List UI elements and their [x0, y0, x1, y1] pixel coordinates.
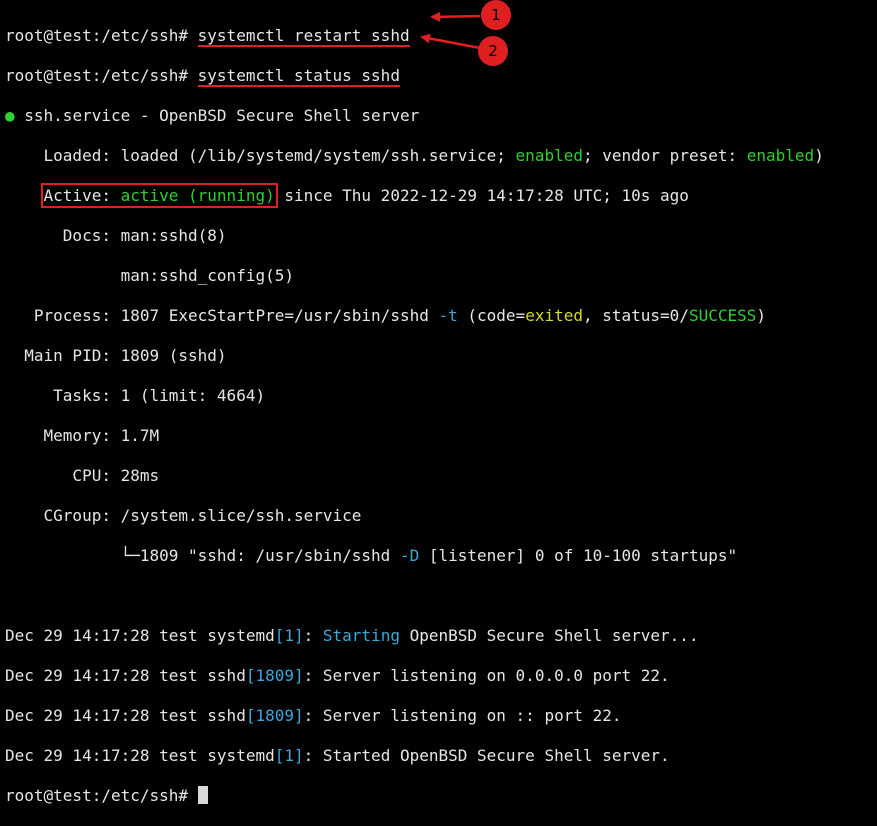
loaded-enabled: enabled — [515, 146, 583, 165]
memory-line: Memory: 1.7M — [5, 426, 160, 445]
service-header: ssh.service - OpenBSD Secure Shell serve… — [14, 106, 420, 125]
log-pid: [1809] — [245, 666, 304, 685]
active-label: Active: — [43, 186, 121, 205]
process-line: Process: 1807 ExecStartPre=/usr/sbin/ssh… — [5, 306, 877, 326]
active-indent — [5, 186, 44, 205]
log-pid: [1809] — [245, 706, 304, 725]
log-message: Started OpenBSD Secure Shell server. — [322, 746, 670, 765]
tasks-line: Tasks: 1 (limit: 4664) — [5, 386, 266, 405]
log-colon: : — [303, 706, 323, 725]
log-colon: : — [303, 666, 323, 685]
active-line: Active: active (running) since Thu 2022-… — [5, 183, 877, 208]
loaded-line: Loaded: loaded (/lib/systemd/system/ssh.… — [5, 146, 877, 166]
terminal-line-2: root@test:/etc/ssh# systemctl status ssh… — [5, 66, 877, 87]
cgroup-child-rest: [listener] 0 of 10-100 startups" — [419, 546, 738, 565]
vendor-preset-enabled: enabled — [746, 146, 815, 165]
shell-prompt: root@test:/etc/ssh# — [5, 26, 198, 45]
log-message: Server listening on 0.0.0.0 port 22. — [322, 666, 670, 685]
log-prefix: Dec 29 14:17:28 test systemd — [5, 746, 275, 765]
service-header-line: ● ssh.service - OpenBSD Secure Shell ser… — [5, 106, 877, 126]
log-prefix: Dec 29 14:17:28 test systemd — [5, 626, 275, 645]
log-colon: : — [303, 626, 323, 645]
log-colon: : — [303, 746, 323, 765]
log-prefix: Dec 29 14:17:28 test sshd — [5, 706, 246, 725]
log-line-2: Dec 29 14:17:28 test sshd[1809]: Server … — [5, 666, 877, 686]
active-since: since Thu 2022-12-29 14:17:28 UTC; 10s a… — [274, 186, 689, 205]
log-message: Server listening on :: port 22. — [322, 706, 622, 725]
cpu-line: CPU: 28ms — [5, 466, 160, 485]
shell-prompt: root@test:/etc/ssh# — [5, 786, 198, 805]
loaded-label: Loaded: — [5, 146, 121, 165]
command-status-sshd: systemctl status sshd — [197, 66, 400, 87]
process-flag: -t — [438, 306, 458, 325]
cgroup-line: CGroup: /system.slice/ssh.service — [5, 506, 362, 525]
process-exited: exited — [525, 306, 583, 325]
cgroup-child-text: └─1809 "sshd: /usr/sbin/sshd — [5, 546, 400, 565]
log-line-3: Dec 29 14:17:28 test sshd[1809]: Server … — [5, 706, 877, 726]
process-text: Process: 1807 ExecStartPre=/usr/sbin/ssh… — [5, 306, 439, 325]
loaded-value: loaded (/lib/systemd/system/ssh.service; — [120, 146, 516, 165]
final-prompt-line[interactable]: root@test:/etc/ssh# — [5, 786, 877, 806]
log-line-1: Dec 29 14:17:28 test systemd[1]: Startin… — [5, 626, 877, 646]
terminal-line-1: root@test:/etc/ssh# systemctl restart ss… — [5, 26, 877, 47]
process-success: SUCCESS — [688, 306, 757, 325]
shell-prompt: root@test:/etc/ssh# — [5, 66, 198, 85]
log-pid: [1] — [274, 626, 304, 645]
terminal-cursor[interactable] — [197, 786, 208, 804]
process-status-label: , status=0/ — [582, 306, 689, 325]
log-message: OpenBSD Secure Shell server... — [399, 626, 699, 645]
active-status-value: active (running) — [120, 186, 275, 205]
process-close: ) — [756, 306, 767, 325]
docs-line-2: man:sshd_config(5) — [5, 266, 294, 285]
command-restart-sshd: systemctl restart sshd — [197, 26, 410, 47]
cgroup-child-flag: -D — [399, 546, 420, 565]
service-status-dot-icon: ● — [5, 106, 15, 125]
log-line-4: Dec 29 14:17:28 test systemd[1]: Started… — [5, 746, 877, 766]
mainpid-line: Main PID: 1809 (sshd) — [5, 346, 227, 365]
log-starting: Starting — [322, 626, 400, 645]
log-prefix: Dec 29 14:17:28 test sshd — [5, 666, 246, 685]
cgroup-child-line: └─1809 "sshd: /usr/sbin/sshd -D [listene… — [5, 546, 877, 566]
terminal-window[interactable]: root@test:/etc/ssh# systemctl restart ss… — [0, 0, 877, 805]
process-code-label: (code= — [457, 306, 526, 325]
docs-line-1: Docs: man:sshd(8) — [5, 226, 227, 245]
log-pid: [1] — [274, 746, 304, 765]
loaded-close: ) — [814, 146, 824, 165]
active-status-highlight-box: Active: active (running) — [40, 183, 278, 208]
loaded-vendor-label: ; vendor preset: — [582, 146, 747, 165]
